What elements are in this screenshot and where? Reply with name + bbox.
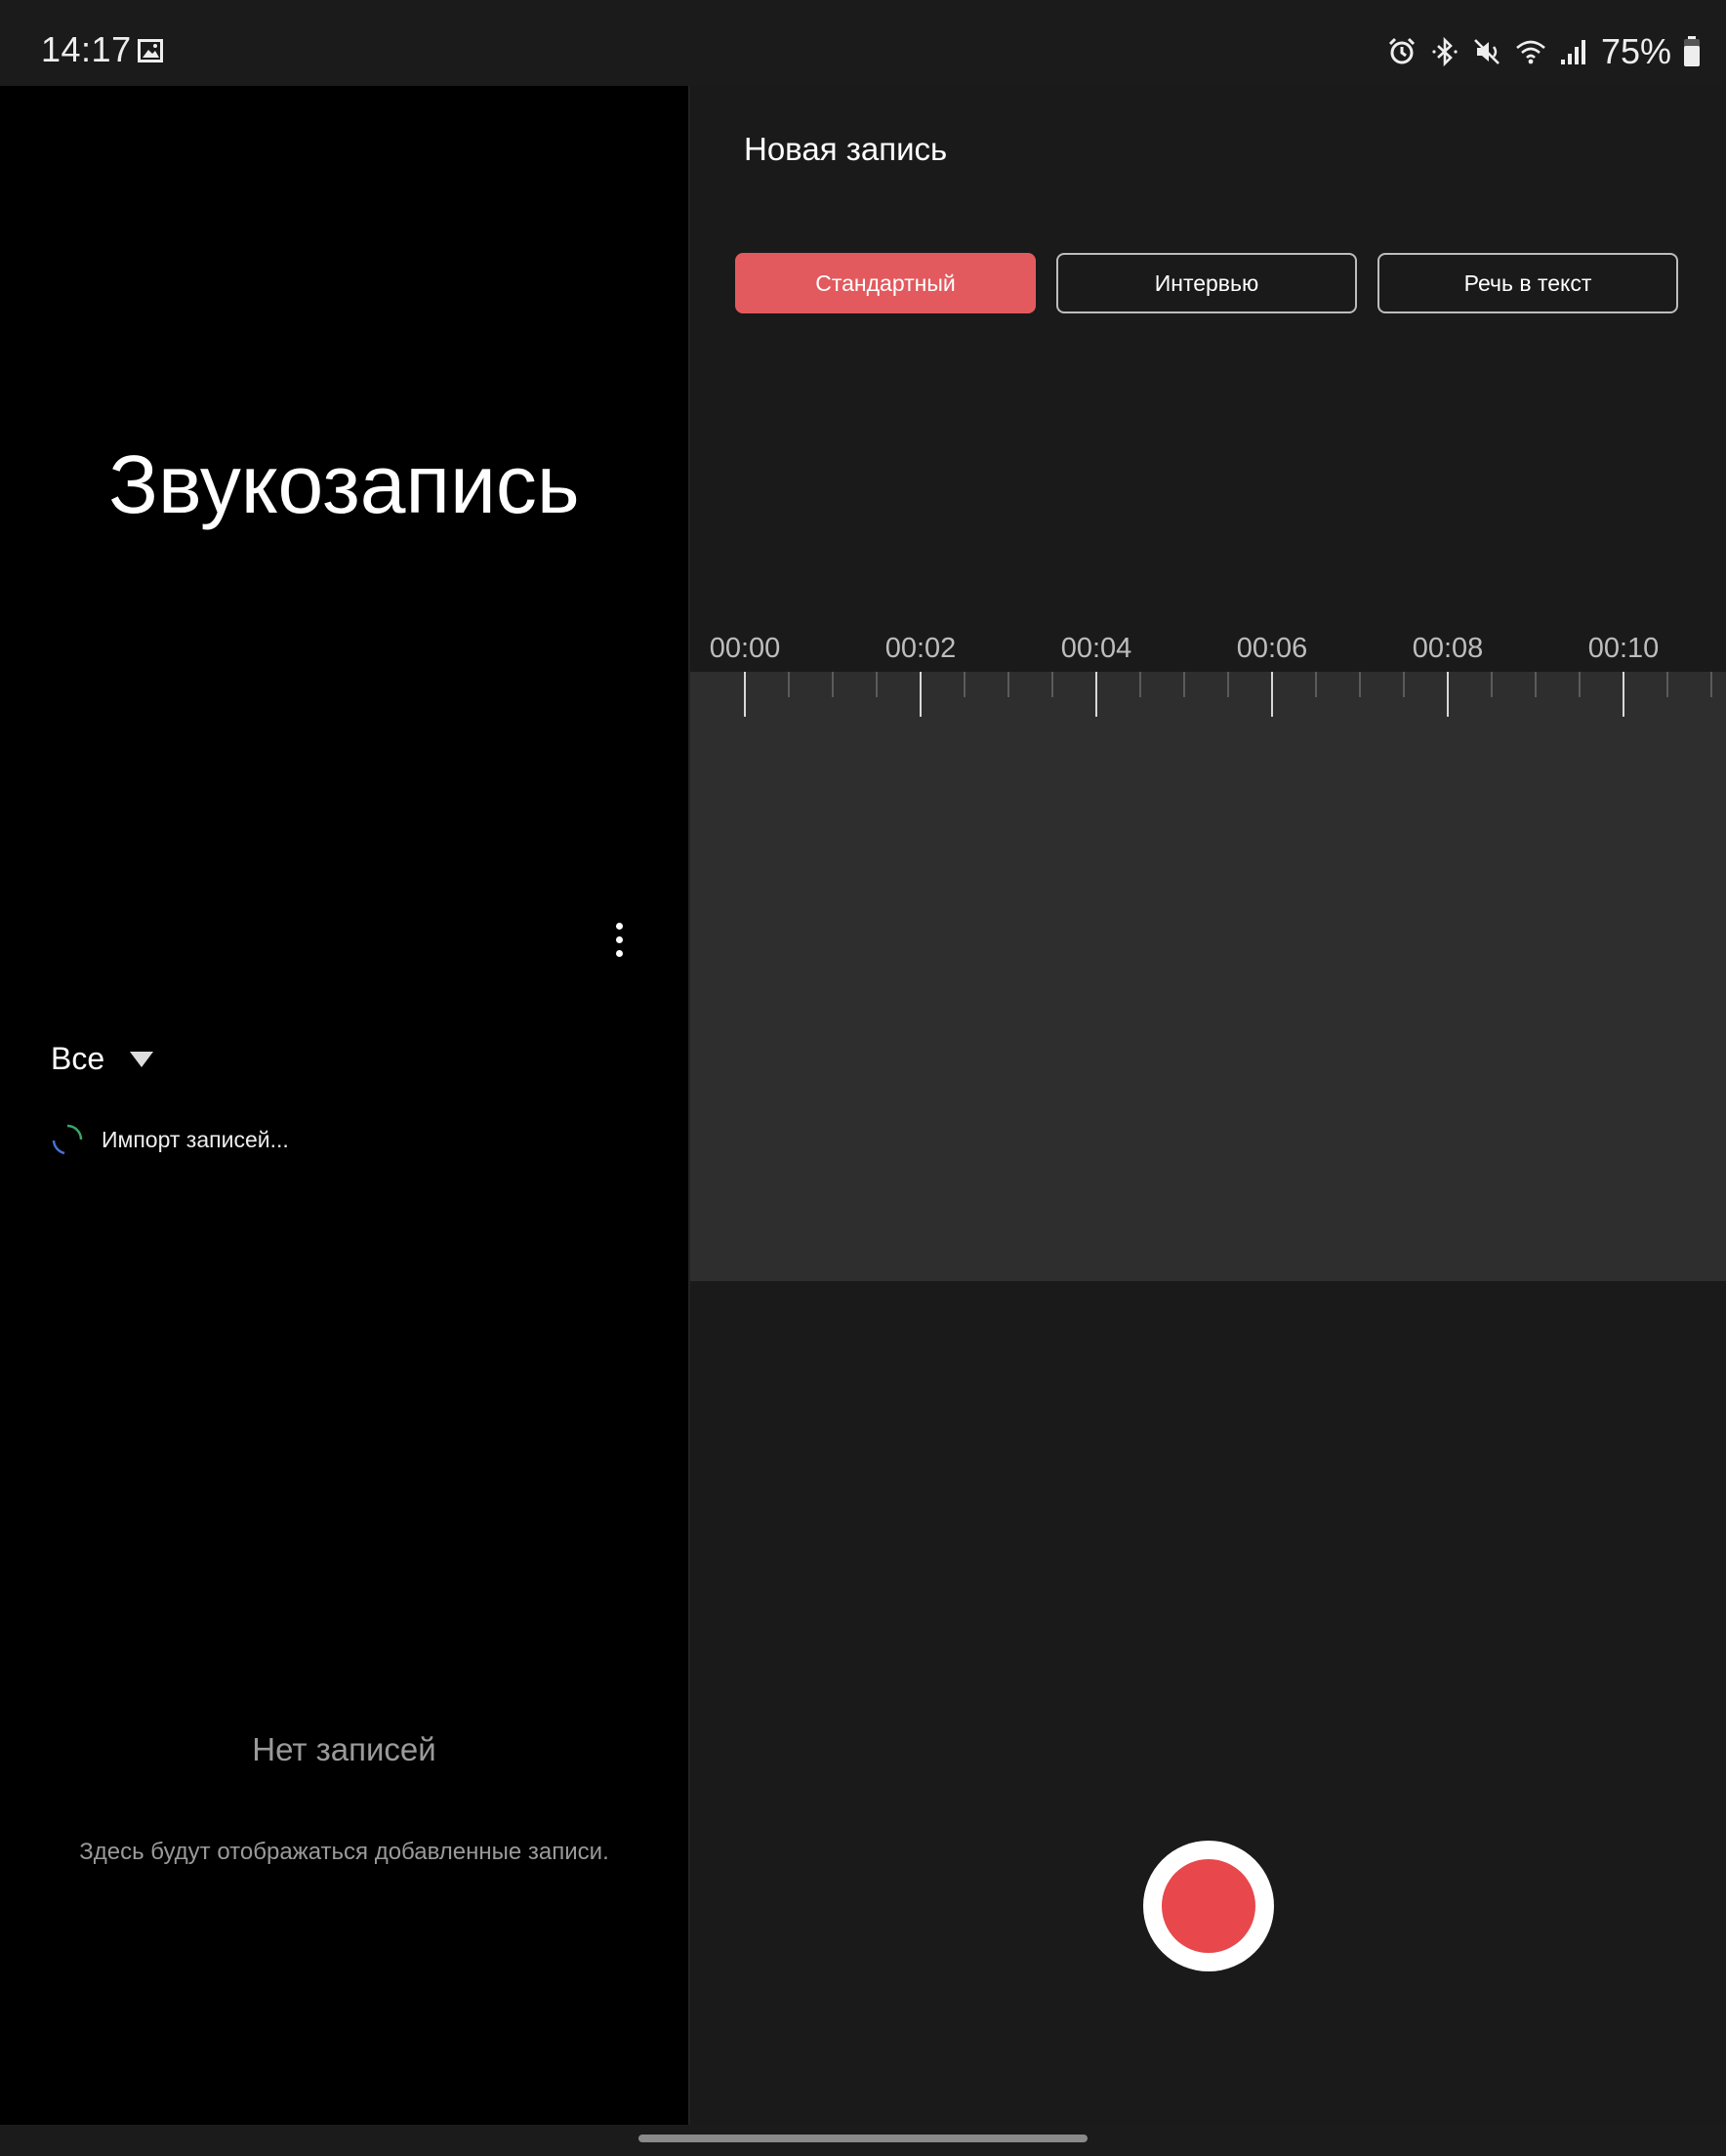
record-button[interactable] — [1143, 1841, 1274, 1971]
signal-icon — [1560, 40, 1585, 64]
timeline-label: 00:02 — [884, 633, 957, 664]
app-title: Звукозапись — [108, 438, 580, 530]
empty-state-subtitle: Здесь будут отображаться добавленные зап… — [79, 1839, 609, 1865]
recorder-pane: Новая запись Стандартный Интервью Речь в… — [690, 86, 1726, 2125]
mode-speech-to-text-button[interactable]: Речь в текст — [1377, 253, 1678, 313]
alarm-icon — [1388, 37, 1415, 64]
status-icons: 75% — [1386, 27, 1701, 76]
more-options-icon[interactable] — [599, 916, 638, 963]
timeline-label: 00:06 — [1236, 633, 1308, 664]
timeline-label: 00:10 — [1587, 633, 1660, 664]
new-recording-title: Новая запись — [744, 131, 948, 167]
mode-standard-button[interactable]: Стандартный — [735, 253, 1036, 313]
timeline-label: 00:00 — [709, 633, 781, 664]
timeline-label: 00:04 — [1060, 633, 1132, 664]
timeline-ruler — [744, 672, 1712, 717]
import-status-text: Импорт записей... — [102, 1126, 289, 1152]
mode-interview-button[interactable]: Интервью — [1056, 253, 1357, 313]
recording-mode-tabs: Стандартный Интервью Речь в текст — [735, 253, 1678, 313]
mute-icon — [1474, 39, 1500, 64]
import-status: Импорт записей... — [51, 1123, 289, 1156]
battery-percent: 75% — [1600, 31, 1671, 71]
status-time: 14:17 — [41, 29, 132, 69]
filter-dropdown[interactable]: Все — [51, 1041, 154, 1077]
recordings-pane: Звукозапись Все Импорт записей... Нет за… — [0, 86, 688, 2125]
timeline-labels: 00:00 00:02 00:04 00:06 00:08 00:10 — [690, 633, 1726, 672]
waveform-area — [690, 672, 1726, 1281]
status-bar: 14:17 75% — [0, 0, 1726, 86]
home-handle[interactable] — [638, 2135, 1088, 2142]
battery-icon — [1684, 36, 1700, 66]
caret-down-icon — [130, 1051, 154, 1067]
filter-label: Все — [51, 1041, 105, 1076]
navigation-bar — [0, 2125, 1726, 2156]
loading-spinner-icon — [52, 1124, 83, 1155]
wifi-icon — [1516, 40, 1545, 64]
record-icon — [1162, 1859, 1255, 1953]
empty-state-title: Нет записей — [252, 1731, 436, 1767]
gallery-icon — [138, 39, 163, 62]
bluetooth-icon — [1432, 36, 1458, 67]
timeline-label: 00:08 — [1412, 633, 1484, 664]
